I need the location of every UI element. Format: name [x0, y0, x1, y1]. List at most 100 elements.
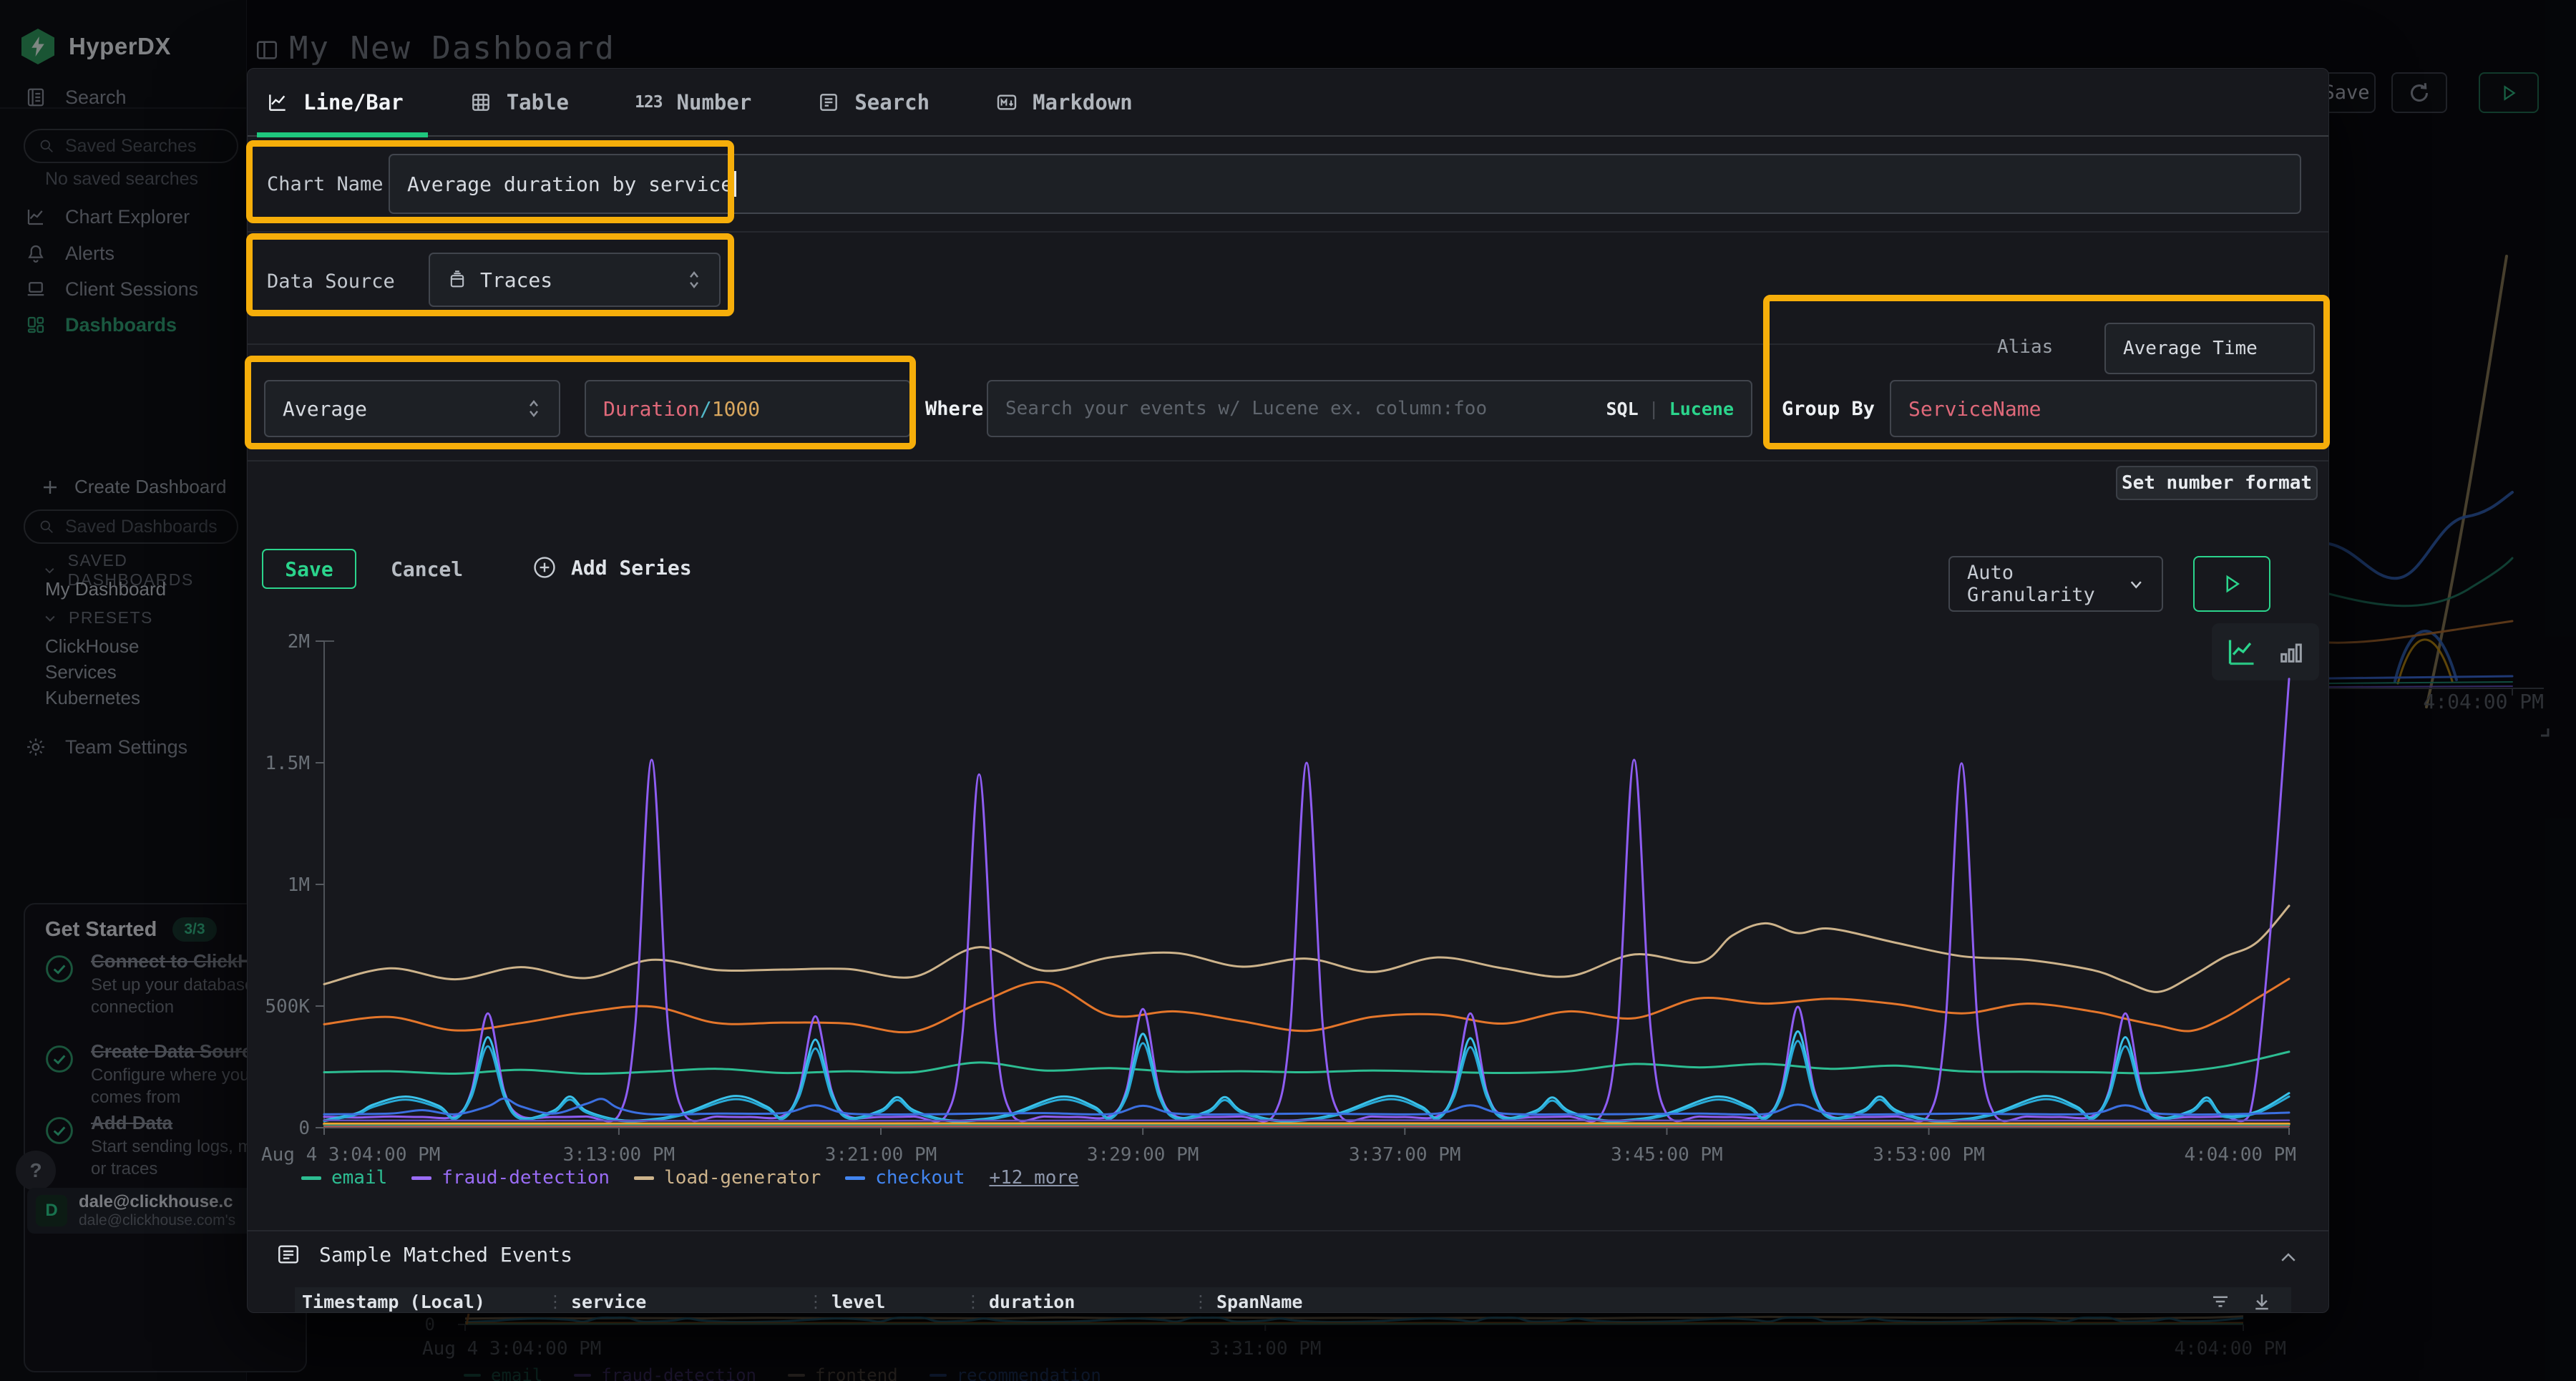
legend-swatch — [411, 1176, 431, 1180]
dashboard-refresh-button[interactable] — [2391, 72, 2447, 113]
granularity-value: Auto Granularity — [1967, 562, 2128, 606]
saved-dashboards-field[interactable] — [65, 517, 223, 537]
column-header-service[interactable]: service — [564, 1292, 807, 1312]
saved-searches-input[interactable] — [24, 129, 238, 163]
chart-name-input[interactable]: Average duration by service — [389, 154, 2301, 214]
legend-swatch — [634, 1176, 654, 1180]
column-header-spanname[interactable]: SpanName — [1209, 1292, 1510, 1312]
chart-name-value: Average duration by service — [407, 172, 733, 196]
user-subtitle: dale@clickhouse.com's — [79, 1212, 235, 1229]
bell-icon — [25, 243, 47, 264]
background-legend-item: fraud-detection — [574, 1365, 756, 1381]
sidebar-section-1[interactable]: PRESETS — [43, 608, 153, 628]
column-resize-handle[interactable]: ⋮ — [965, 1292, 982, 1312]
column-header-level[interactable]: level — [824, 1292, 965, 1312]
tab-table[interactable]: Table — [469, 90, 569, 114]
legend-item-fraud-detection[interactable]: fraud-detection — [411, 1167, 610, 1189]
sidebar-item-my-dashboard[interactable]: My Dashboard — [45, 578, 166, 600]
column-resize-handle[interactable]: ⋮ — [547, 1292, 564, 1312]
lucene-mode-toggle[interactable]: Lucene — [1669, 399, 1734, 419]
alias-input[interactable]: Average Time — [2104, 323, 2315, 374]
sidebar-item-search[interactable]: Search — [0, 79, 247, 116]
save-button[interactable]: Save — [262, 549, 356, 589]
legend-item-email[interactable]: email — [301, 1167, 387, 1189]
chevron-up-icon — [2278, 1247, 2299, 1269]
x-tick-label: 3:13:00 PM — [563, 1144, 675, 1166]
expression-token: Duration — [603, 397, 700, 421]
create-dashboard-button[interactable]: Create Dashboard — [42, 476, 226, 498]
group-by-value: ServiceName — [1908, 397, 2041, 421]
chevron-down-icon — [43, 611, 57, 625]
field-expression-input[interactable]: Duration/1000 — [585, 380, 911, 437]
x-tick-label: Aug 4 3:04:00 PM — [261, 1144, 440, 1166]
aggregation-select[interactable]: Average — [264, 380, 560, 437]
brand[interactable]: HyperDX — [21, 29, 171, 64]
column-resize-handle[interactable]: ⋮ — [1192, 1292, 1209, 1312]
dashboard-run-button[interactable] — [2479, 72, 2539, 113]
preview-line-chart[interactable]: 0500K1M1.5M2MAug 4 3:04:00 PM3:13:00 PM3… — [258, 605, 2326, 1189]
sidebar-collapse-button[interactable] — [255, 38, 279, 66]
chevron-down-icon — [2128, 575, 2145, 593]
tab-number[interactable]: 123Number — [635, 90, 751, 114]
aggregation-value: Average — [283, 397, 367, 421]
saved-searches-field[interactable] — [65, 136, 223, 157]
data-source-value: Traces — [480, 268, 552, 292]
text-caret — [734, 171, 736, 197]
y-tick-label: 500K — [265, 996, 310, 1018]
cancel-button[interactable]: Cancel — [391, 549, 463, 589]
sidebar-item-kubernetes[interactable]: Kubernetes — [45, 687, 140, 709]
run-query-button[interactable] — [2193, 556, 2270, 612]
saved-dashboards-input[interactable] — [24, 509, 238, 544]
active-tab-underline — [257, 132, 428, 137]
column-resize-handle[interactable]: ⋮ — [807, 1292, 824, 1312]
background-legend-item: frontend — [788, 1365, 898, 1381]
legend-item-checkout[interactable]: checkout — [845, 1167, 965, 1189]
sidebar-item-clickhouse[interactable]: ClickHouse — [45, 635, 140, 658]
tab-line-bar[interactable]: Line/Bar — [266, 90, 404, 114]
tab-markdown[interactable]: Markdown — [995, 90, 1133, 114]
set-number-format-button[interactable]: Set number format — [2116, 466, 2318, 500]
legend-more-link[interactable]: +12 more — [989, 1167, 1078, 1189]
data-source-label: Data Source — [267, 270, 395, 293]
help-button[interactable]: ? — [16, 1151, 56, 1191]
group-by-label: Group By — [1782, 398, 1875, 420]
filter-icon[interactable] — [2210, 1291, 2231, 1312]
sidebar-item-alerts[interactable]: Alerts — [0, 235, 247, 272]
alias-value: Average Time — [2123, 338, 2258, 359]
gear-icon — [25, 736, 47, 758]
document-search-icon — [25, 87, 47, 108]
collapse-section-button[interactable] — [2278, 1247, 2299, 1272]
download-icon[interactable] — [2251, 1291, 2273, 1312]
sidebar-item-team-settings[interactable]: Team Settings — [0, 728, 247, 766]
column-header-timestamp-local-[interactable]: Timestamp (Local) — [295, 1292, 547, 1312]
where-search-input[interactable]: Search your events w/ Lucene ex. column:… — [987, 380, 1752, 437]
legend-swatch — [845, 1176, 865, 1180]
svg-text:4:04:00 PM: 4:04:00 PM — [2423, 690, 2544, 713]
sql-mode-toggle[interactable]: SQL — [1606, 399, 1638, 419]
column-header-duration[interactable]: duration — [982, 1292, 1192, 1312]
sidebar-item-chart-explorer[interactable]: Chart Explorer — [0, 198, 247, 235]
expression-token: 1000 — [712, 397, 760, 421]
table-icon — [469, 91, 492, 114]
updown-chevrons-icon — [686, 269, 702, 291]
sidebar-item-services[interactable]: Services — [45, 661, 117, 683]
edit-chart-modal: Line/BarTable123NumberSearchMarkdown Cha… — [247, 68, 2329, 1313]
background-legend-item: recommendation — [930, 1365, 1101, 1381]
granularity-select[interactable]: Auto Granularity — [1948, 556, 2163, 612]
brand-name: HyperDX — [69, 33, 171, 60]
legend-swatch — [301, 1176, 321, 1180]
y-tick-label: 0 — [298, 1118, 310, 1139]
sidebar-item-dashboards[interactable]: Dashboards — [0, 306, 247, 343]
legend-item-load-generator[interactable]: load-generator — [634, 1167, 821, 1189]
where-label: Where — [925, 398, 983, 420]
background-chart-legend: emailfraud-detectionfrontendrecommendati… — [464, 1365, 1101, 1381]
divider — [248, 460, 2328, 462]
sidebar-item-client-sessions[interactable]: Client Sessions — [0, 270, 247, 308]
tab-search[interactable]: Search — [817, 90, 930, 114]
group-by-input[interactable]: ServiceName — [1890, 380, 2317, 437]
plus-circle-icon — [532, 555, 557, 580]
search-doc-icon — [817, 91, 840, 114]
data-source-select[interactable]: Traces — [429, 253, 721, 307]
svg-text:3:31:00 PM: 3:31:00 PM — [1209, 1338, 1322, 1360]
add-series-button[interactable]: Add Series — [532, 555, 692, 580]
